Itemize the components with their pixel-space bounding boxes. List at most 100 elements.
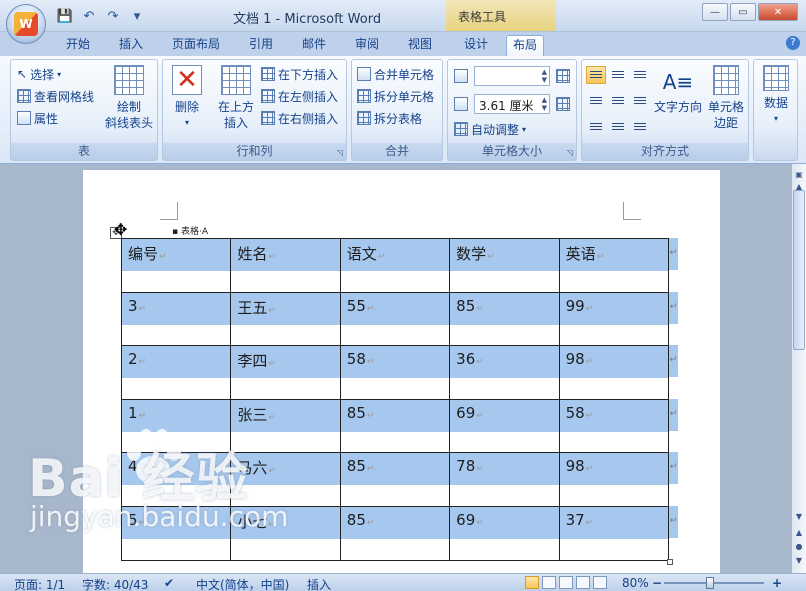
tab-home[interactable]: 开始 xyxy=(60,35,96,56)
table-cell[interactable]: 李四↵ xyxy=(230,345,341,400)
save-icon[interactable]: 💾 xyxy=(55,7,75,25)
table-cell[interactable]: 37↵ xyxy=(558,505,670,561)
customize-qat-icon[interactable]: ▾ xyxy=(127,7,147,25)
next-page-icon[interactable]: ▼ xyxy=(793,556,805,565)
table-cell[interactable]: 85↵ xyxy=(339,505,451,561)
column-width-input[interactable]: 3.61 厘米 ▲ ▼ xyxy=(474,94,550,114)
tab-view[interactable]: 视图 xyxy=(402,35,438,56)
outline-view-icon[interactable] xyxy=(576,576,590,589)
table-cell[interactable]: 数学↵ xyxy=(449,238,560,293)
tab-page-layout[interactable]: 页面布局 xyxy=(166,35,226,56)
select-button[interactable]: ↖ 选择 ▾ xyxy=(17,65,61,83)
dialog-launcher-icon[interactable]: ◹ xyxy=(337,148,343,157)
table-cell[interactable]: 85↵ xyxy=(339,452,451,507)
table-caption: ▪ 表格·A xyxy=(172,227,208,237)
align-middle-center-button[interactable] xyxy=(608,92,628,110)
align-middle-right-button[interactable] xyxy=(630,92,650,110)
properties-button[interactable]: 属性 xyxy=(17,109,58,127)
tab-mailings[interactable]: 邮件 xyxy=(296,35,332,56)
scrollbar-thumb[interactable] xyxy=(793,190,805,350)
text-direction-button[interactable]: A≡ 文字方向 xyxy=(652,65,704,115)
insert-right-button[interactable]: 在右侧插入 xyxy=(261,109,338,127)
print-layout-view-icon[interactable] xyxy=(525,576,539,589)
zoom-out-icon[interactable]: − xyxy=(652,576,662,590)
view-gridlines-button[interactable]: 查看网格线 xyxy=(17,87,94,105)
split-table-button[interactable]: 拆分表格 xyxy=(357,109,422,127)
insert-mode-indicator[interactable]: 插入 xyxy=(307,576,331,591)
delete-button[interactable]: ✕ 删除 ▾ xyxy=(167,65,207,131)
table-cell[interactable]: 英语↵ xyxy=(558,238,670,293)
table-cell[interactable]: 55↵ xyxy=(339,291,451,347)
align-bottom-left-button[interactable] xyxy=(586,118,606,136)
undo-icon[interactable]: ↶ xyxy=(79,7,99,25)
align-middle-left-button[interactable] xyxy=(586,92,606,110)
table-cell[interactable]: 69↵ xyxy=(449,505,560,561)
align-bottom-center-button[interactable] xyxy=(608,118,628,136)
cell-margins-button[interactable]: 单元格 边距 xyxy=(704,65,748,131)
scroll-down-icon[interactable]: ▼ xyxy=(793,512,805,521)
table-cell[interactable]: 98↵ xyxy=(558,452,670,507)
spinner-arrows-icon[interactable]: ▲ ▼ xyxy=(542,96,547,112)
table-cell[interactable]: 85↵ xyxy=(339,398,451,454)
web-layout-view-icon[interactable] xyxy=(559,576,573,589)
tab-review[interactable]: 审阅 xyxy=(349,35,385,56)
align-top-center-button[interactable] xyxy=(608,66,628,84)
zoom-in-icon[interactable]: + xyxy=(772,576,782,590)
tab-design[interactable]: 设计 xyxy=(458,35,494,56)
merge-cells-button[interactable]: 合并单元格 xyxy=(357,65,434,83)
draft-view-icon[interactable] xyxy=(593,576,607,589)
autofit-button[interactable]: 自动调整 ▾ xyxy=(454,120,526,138)
align-top-right-button[interactable] xyxy=(630,66,650,84)
insert-left-button[interactable]: 在左侧插入 xyxy=(261,87,338,105)
browse-object-icon[interactable]: ● xyxy=(793,542,805,551)
close-button[interactable]: ✕ xyxy=(758,3,798,21)
table-cell[interactable]: 58↵ xyxy=(339,345,451,400)
zoom-slider-thumb[interactable] xyxy=(706,577,714,589)
language-indicator[interactable]: 中文(简体，中国) xyxy=(196,576,289,591)
maximize-button[interactable]: ▭ xyxy=(730,3,756,21)
tab-references[interactable]: 引用 xyxy=(243,35,279,56)
table-cell[interactable]: 69↵ xyxy=(449,398,560,454)
table-cell[interactable]: 98↵ xyxy=(558,345,670,400)
office-button[interactable]: W xyxy=(6,4,46,44)
word-count[interactable]: 字数: 40/43 xyxy=(82,576,148,591)
insert-below-button[interactable]: 在下方插入 xyxy=(261,65,338,83)
previous-page-icon[interactable]: ▲ xyxy=(793,528,805,537)
split-cells-button[interactable]: 拆分单元格 xyxy=(357,87,434,105)
align-bottom-right-button[interactable] xyxy=(630,118,650,136)
full-screen-reading-view-icon[interactable] xyxy=(542,576,556,589)
zoom-slider-track[interactable] xyxy=(664,582,764,584)
table-cell[interactable]: 99↵ xyxy=(558,291,670,347)
tab-insert[interactable]: 插入 xyxy=(113,35,149,56)
status-bar: 页面: 1/1 字数: 40/43 ✔ 中文(简体，中国) 插入 80% − + xyxy=(0,573,806,591)
table-cell[interactable]: 姓名↵ xyxy=(230,238,341,293)
table-cell[interactable]: 78↵ xyxy=(449,452,560,507)
ruler-toggle-icon[interactable]: ▣ xyxy=(793,170,805,179)
align-bottom-center-icon xyxy=(612,122,624,132)
data-button[interactable]: 数据 ▾ xyxy=(756,65,796,127)
align-top-left-button[interactable] xyxy=(586,66,606,84)
proofing-icon[interactable]: ✔ xyxy=(164,576,174,590)
spinner-arrows-icon[interactable]: ▲ ▼ xyxy=(542,68,547,84)
distribute-rows-icon[interactable] xyxy=(556,69,570,83)
tab-layout[interactable]: 布局 xyxy=(506,35,545,56)
draw-diagonal-header-button[interactable]: 绘制 斜线表头 xyxy=(103,65,155,131)
zoom-level[interactable]: 80% xyxy=(622,576,649,590)
table-cell[interactable]: 85↵ xyxy=(449,291,560,347)
help-icon[interactable]: ? xyxy=(786,36,800,50)
row-height-input[interactable]: ▲ ▼ xyxy=(474,66,550,86)
table-cell[interactable]: 58↵ xyxy=(558,398,670,454)
insert-above-button[interactable]: 在上方 插入 xyxy=(213,65,259,131)
page-count[interactable]: 页面: 1/1 xyxy=(14,576,65,591)
table-cell[interactable]: 编号↵ xyxy=(120,238,232,293)
table-cell[interactable]: 王五↵ xyxy=(230,291,341,347)
table-cell[interactable]: 36↵ xyxy=(449,345,560,400)
table-cell[interactable]: 语文↵ xyxy=(339,238,451,293)
redo-icon[interactable]: ↷ xyxy=(103,7,123,25)
dialog-launcher-icon[interactable]: ◹ xyxy=(567,148,573,157)
table-resize-handle[interactable] xyxy=(667,559,673,565)
table-cell[interactable]: 3↵ xyxy=(120,291,232,347)
table-cell[interactable]: 2↵ xyxy=(120,345,232,400)
minimize-button[interactable]: — xyxy=(702,3,728,21)
distribute-columns-icon[interactable] xyxy=(556,97,570,111)
